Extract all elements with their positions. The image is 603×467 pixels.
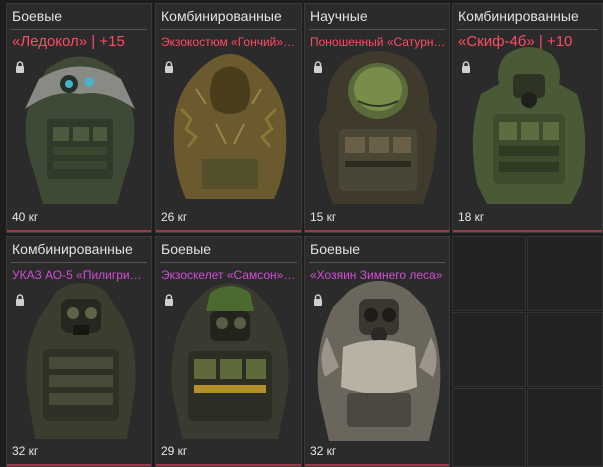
- empty-slot[interactable]: [452, 388, 526, 467]
- item-category: Боевые: [310, 241, 361, 257]
- divider: [11, 29, 147, 30]
- item-weight: 40 кг: [12, 210, 39, 224]
- divider: [457, 29, 598, 30]
- divider: [11, 262, 147, 263]
- weight-bar: [7, 230, 151, 232]
- armor-card-piligrim[interactable]: Комбинированные УКАЗ АО-5 «Пилигрим»... …: [6, 236, 152, 467]
- divider: [309, 262, 445, 263]
- item-weight: 15 кг: [310, 210, 337, 224]
- armor-card-skif[interactable]: Комбинированные «Скиф-4б» | +10 18 кг: [452, 3, 603, 233]
- weight-bar: [305, 464, 449, 466]
- item-weight: 18 кг: [458, 210, 485, 224]
- armor-image: [472, 47, 586, 204]
- divider: [160, 29, 297, 30]
- armor-image: [25, 56, 135, 204]
- armor-image: [319, 51, 437, 204]
- empty-slot[interactable]: [452, 236, 526, 311]
- armor-card-saturn[interactable]: Научные Поношенный «Сатурн» ... 15 кг: [304, 3, 450, 233]
- armor-card-ledokol[interactable]: Боевые «Ледокол» | +15 40 кг: [6, 3, 152, 233]
- divider: [160, 262, 297, 263]
- item-weight: 32 кг: [12, 444, 39, 458]
- empty-slot[interactable]: [527, 236, 603, 311]
- item-weight: 32 кг: [310, 444, 337, 458]
- empty-slot[interactable]: [452, 312, 526, 387]
- empty-slot[interactable]: [527, 388, 603, 467]
- item-name: Поношенный «Сатурн» ...: [310, 35, 446, 49]
- armor-image: [317, 281, 441, 441]
- weight-bar: [305, 230, 449, 232]
- armor-image: [171, 283, 289, 439]
- inventory-grid: Боевые «Ледокол» | +15 40 кг Комбинирова…: [0, 0, 603, 467]
- item-name: Экзокостюм «Гончий» | ...: [161, 35, 298, 49]
- item-name: «Ледокол» | +15: [12, 33, 125, 50]
- armor-image: [26, 283, 136, 439]
- item-category: Комбинированные: [458, 8, 579, 24]
- item-category: Боевые: [12, 8, 63, 24]
- weight-bar: [7, 464, 151, 466]
- divider: [309, 29, 445, 30]
- item-weight: 29 кг: [161, 444, 188, 458]
- weight-bar: [453, 230, 602, 232]
- armor-card-gonchiy[interactable]: Комбинированные Экзокостюм «Гончий» | ..…: [155, 3, 302, 233]
- item-category: Комбинированные: [161, 8, 282, 24]
- armor-image: [173, 54, 287, 199]
- item-weight: 26 кг: [161, 210, 188, 224]
- weight-bar: [156, 464, 301, 466]
- armor-card-khozyain[interactable]: Боевые «Хозяин Зимнего леса» 32 кг: [304, 236, 450, 467]
- item-category: Научные: [310, 8, 368, 24]
- empty-slot[interactable]: [527, 312, 603, 387]
- item-category: Комбинированные: [12, 241, 133, 257]
- armor-card-samson[interactable]: Боевые Экзоскелет «Самсон» | ... 29 кг: [155, 236, 302, 467]
- item-category: Боевые: [161, 241, 212, 257]
- weight-bar: [156, 230, 301, 232]
